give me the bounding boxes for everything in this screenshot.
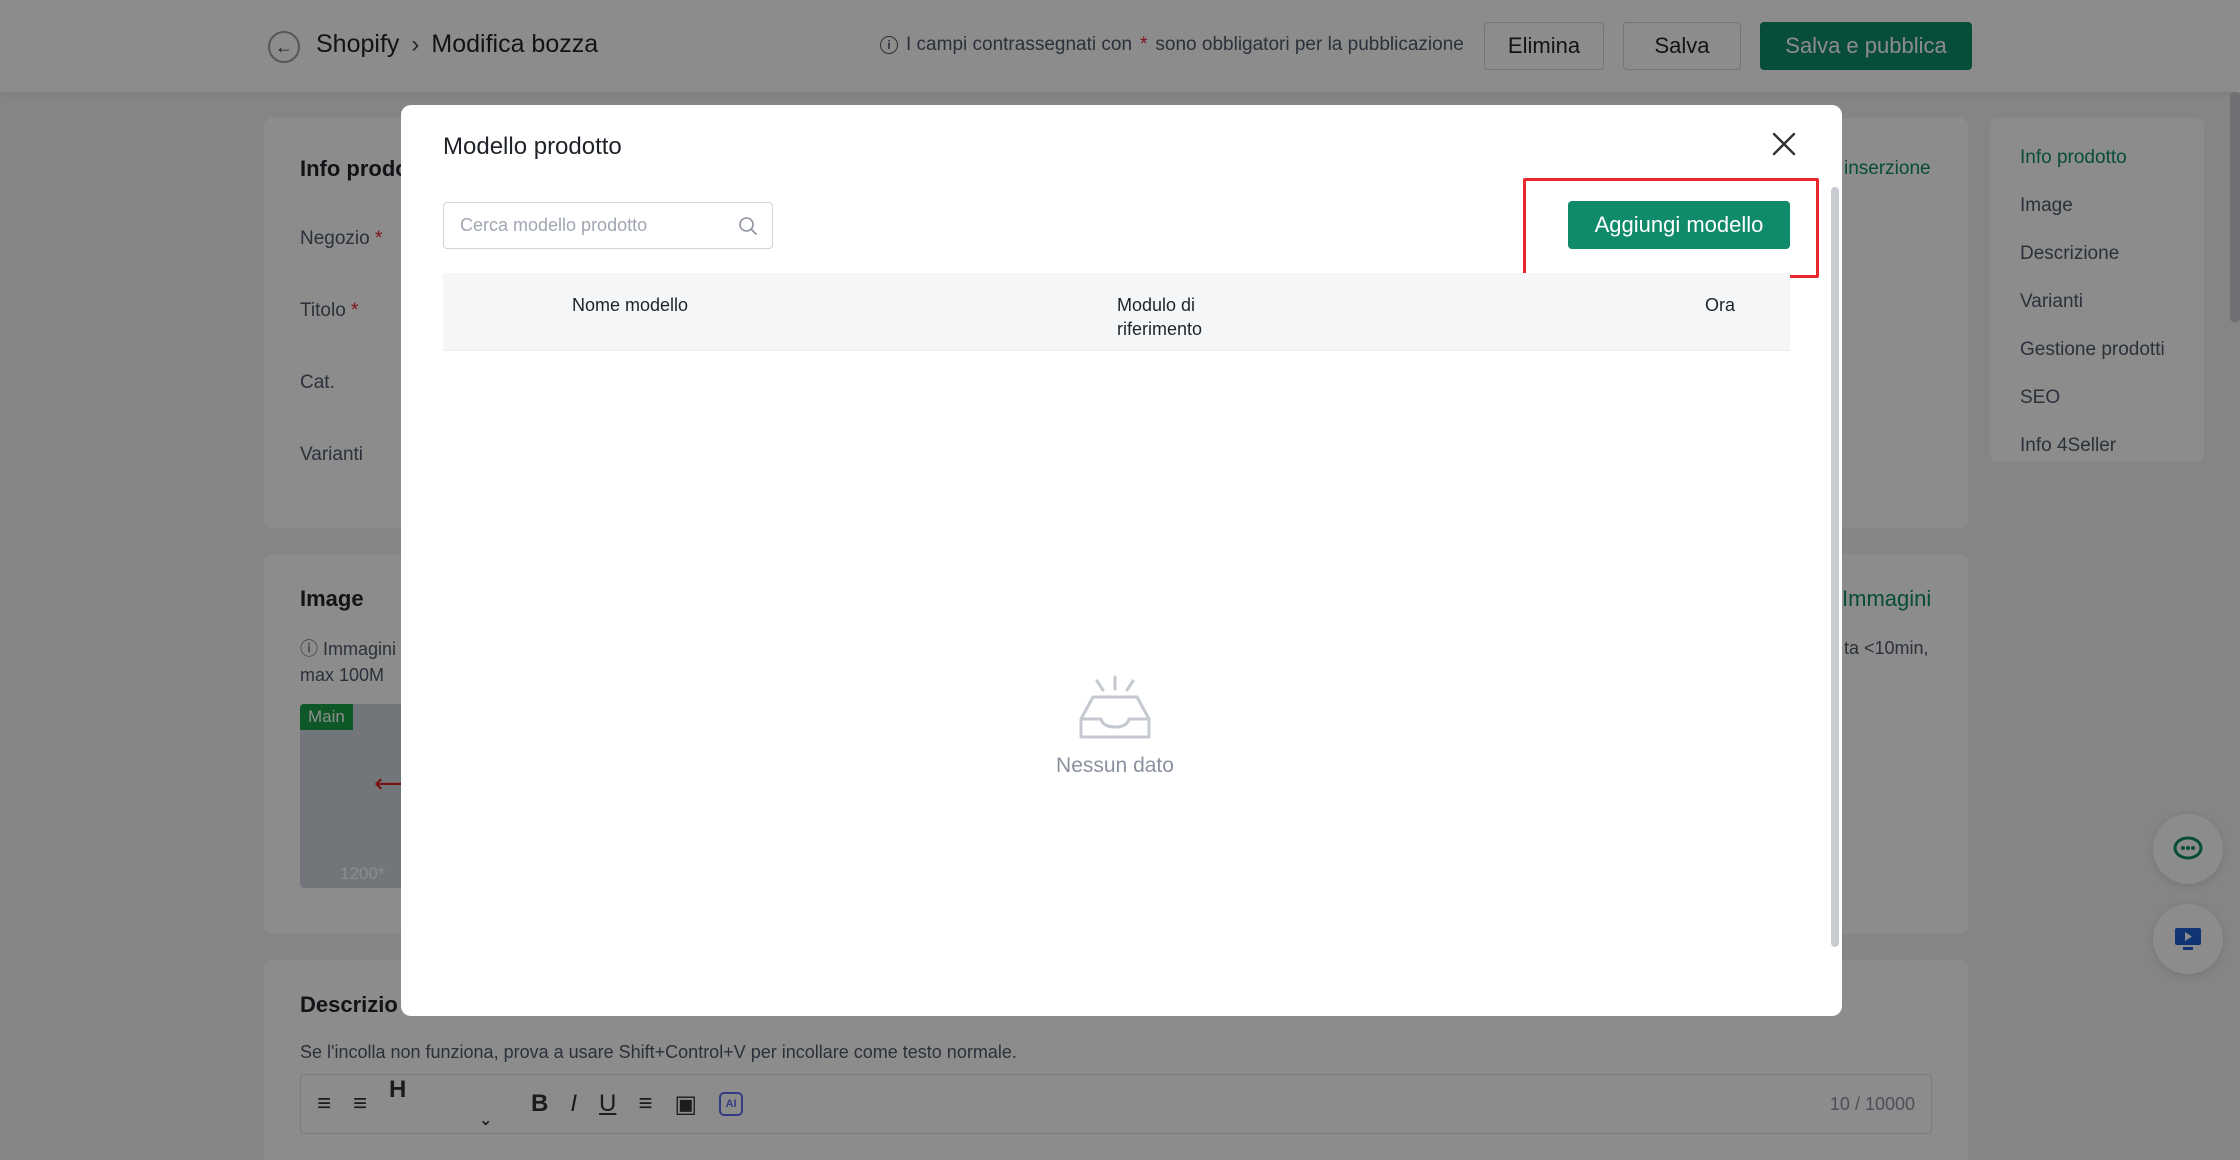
column-header-template-name: Nome modello xyxy=(572,295,689,315)
template-search-input[interactable] xyxy=(460,215,730,236)
search-icon[interactable] xyxy=(738,216,758,241)
empty-text: Nessun dato xyxy=(1056,754,1174,777)
column-header-reference-module: Modulo di riferimento xyxy=(1117,295,1203,339)
empty-state: Nessun dato xyxy=(1015,675,1215,778)
table-header: Nome modello Modulo di riferimento Ora xyxy=(443,273,1790,351)
product-template-modal: Modello prodotto Aggiungi modello Nome m… xyxy=(401,105,1842,1016)
modal-title: Modello prodotto xyxy=(443,133,622,160)
column-header-time: Ora xyxy=(1705,295,1736,315)
modal-scrollbar[interactable] xyxy=(1831,187,1839,947)
empty-inbox-icon xyxy=(1079,675,1151,739)
template-search-field[interactable] xyxy=(443,202,773,249)
add-template-button[interactable]: Aggiungi modello xyxy=(1568,201,1790,249)
close-icon[interactable] xyxy=(1767,127,1801,161)
